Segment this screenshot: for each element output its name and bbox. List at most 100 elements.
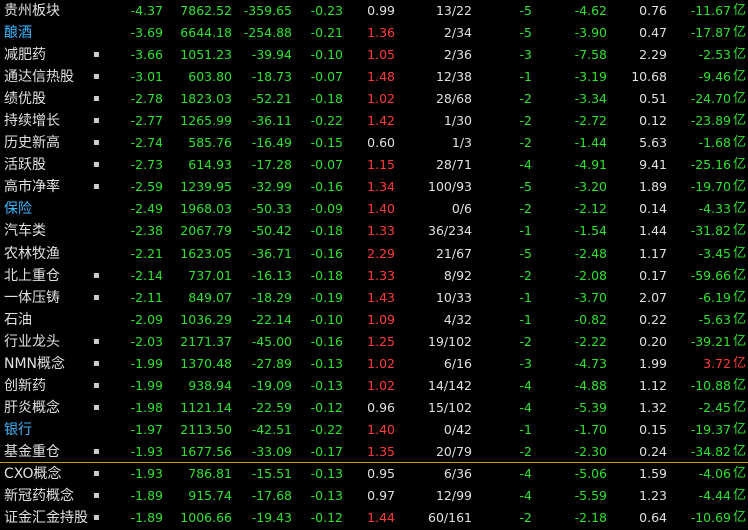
table-row[interactable]: 北上重仓 ▪ -2.14 737.01 -16.13 -0.18 1.33 8/92 -2 -2.… xyxy=(0,265,748,287)
unit-label: 亿 xyxy=(732,333,746,349)
sector-name[interactable]: 保险 xyxy=(4,198,32,220)
table-row[interactable]: 历史新高 ▪ -2.74 585.76 -16.49 -0.15 0.60 1/3 -2 -1.4… xyxy=(0,132,748,154)
sector-name[interactable]: 银行 xyxy=(4,419,32,441)
advance-decline-cell: 10/33 xyxy=(435,289,472,305)
five-day-change-cell: -0.82 xyxy=(574,311,607,327)
change-amount-cell: -18.29 xyxy=(251,289,292,305)
custom-block-marker-icon: ▪ xyxy=(93,512,100,524)
sector-name[interactable]: 通达信热股 xyxy=(4,66,74,88)
consecutive-days-cell: -3 xyxy=(519,47,532,63)
consecutive-days-cell: -4 xyxy=(519,377,532,393)
sector-name[interactable]: 绩优股 xyxy=(4,88,46,110)
rise-speed-cell: -0.12 xyxy=(310,510,343,526)
advance-decline-cell: 19/102 xyxy=(428,333,472,349)
table-row[interactable]: 银行 -1.97 2113.50 -42.51 -0.22 1.40 0/42 -1 -1.70… xyxy=(0,419,748,441)
advance-decline-cell: 1/30 xyxy=(443,113,472,129)
sector-name[interactable]: 北上重仓 xyxy=(4,265,60,287)
five-day-change-cell: -1.70 xyxy=(574,421,607,437)
turnover-rate-cell: 1.59 xyxy=(639,465,667,481)
sector-name[interactable]: 证金汇金持股 xyxy=(4,507,88,529)
table-row[interactable]: 肝炎概念 ▪ -1.98 1121.14 -22.59 -0.12 0.96 15/102 -4… xyxy=(0,397,748,419)
advance-decline-cell: 0/6 xyxy=(451,201,472,217)
consecutive-days-cell: -1 xyxy=(519,311,532,327)
table-row[interactable]: 贵州板块 -4.37 7862.52 -359.65 -0.23 0.99 13/22 -5 -… xyxy=(0,0,748,22)
price-index-cell: 6644.18 xyxy=(180,25,232,41)
change-amount-cell: -22.14 xyxy=(251,311,292,327)
turnover-rate-cell: 0.15 xyxy=(639,421,667,437)
sector-name[interactable]: 农林牧渔 xyxy=(4,243,60,265)
price-index-cell: 1823.03 xyxy=(180,91,232,107)
volume-ratio-cell: 1.05 xyxy=(367,47,395,63)
volume-ratio-cell: 1.48 xyxy=(367,69,395,85)
sector-name[interactable]: 创新药 xyxy=(4,375,46,397)
rise-speed-cell: -0.10 xyxy=(310,311,343,327)
custom-block-marker-icon: ▪ xyxy=(93,137,100,149)
sector-name[interactable]: 基金重仓 xyxy=(4,441,60,463)
table-row[interactable]: 证金汇金持股 ▪ -1.89 1006.66 -19.43 -0.12 1.44 60/161… xyxy=(0,507,748,529)
sector-name[interactable]: 高市净率 xyxy=(4,176,60,198)
consecutive-days-cell: -2 xyxy=(519,333,532,349)
change-amount-cell: -50.42 xyxy=(251,223,292,239)
advance-decline-cell: 1/3 xyxy=(451,135,472,151)
sector-name[interactable]: 行业龙头 xyxy=(4,331,60,353)
unit-label: 亿 xyxy=(732,113,746,129)
unit-label: 亿 xyxy=(732,399,746,415)
rise-speed-cell: -0.22 xyxy=(310,421,343,437)
sector-name[interactable]: 贵州板块 xyxy=(4,0,60,22)
change-percent-cell: -2.14 xyxy=(130,267,163,283)
turnover-rate-cell: 0.51 xyxy=(639,91,667,107)
consecutive-days-cell: -2 xyxy=(519,135,532,151)
net-flow-cell: -6.19 xyxy=(698,289,731,305)
table-row[interactable]: 保险 -2.49 1968.03 -50.33 -0.09 1.40 0/6 -2 -2.12 0… xyxy=(0,198,748,220)
custom-block-marker-icon: ▪ xyxy=(93,93,100,105)
sector-name[interactable]: 持续增长 xyxy=(4,110,60,132)
table-row[interactable]: 石油 -2.09 1036.29 -22.14 -0.10 1.09 4/32 -1 -0.82… xyxy=(0,309,748,331)
unit-label: 亿 xyxy=(732,179,746,195)
sector-name[interactable]: 肝炎概念 xyxy=(4,397,60,419)
table-row[interactable]: 行业龙头 ▪ -2.03 2171.37 -45.00 -0.16 1.25 19/102 -2… xyxy=(0,331,748,353)
rise-speed-cell: -0.07 xyxy=(310,69,343,85)
sector-name[interactable]: 活跃股 xyxy=(4,154,46,176)
five-day-change-cell: -3.70 xyxy=(574,289,607,305)
sector-name[interactable]: 历史新高 xyxy=(4,132,60,154)
sector-name[interactable]: CXO概念 xyxy=(4,463,62,485)
table-row[interactable]: 新冠药概念 ▪ -1.89 915.74 -17.68 -0.13 0.97 12/99 -4 -… xyxy=(0,485,748,507)
unit-label: 亿 xyxy=(732,3,746,18)
custom-block-marker-icon: ▪ xyxy=(93,269,100,281)
table-row[interactable]: 农林牧渔 -2.21 1623.05 -36.71 -0.16 2.29 21/67 -5 -2… xyxy=(0,243,748,265)
volume-ratio-cell: 0.97 xyxy=(367,488,395,504)
price-index-cell: 1968.03 xyxy=(180,201,232,217)
change-amount-cell: -17.28 xyxy=(251,157,292,173)
table-row[interactable]: 通达信热股 ▪ -3.01 603.80 -18.73 -0.07 1.48 12/38 -1 -… xyxy=(0,66,748,88)
custom-block-marker-icon: ▪ xyxy=(93,291,100,303)
table-row[interactable]: CXO概念 ▪ -1.93 786.81 -15.51 -0.13 0.95 6/36 -4 -5… xyxy=(0,463,748,485)
advance-decline-cell: 8/92 xyxy=(443,267,472,283)
change-percent-cell: -1.93 xyxy=(130,443,163,459)
five-day-change-cell: -5.59 xyxy=(574,488,607,504)
table-row[interactable]: 高市净率 ▪ -2.59 1239.95 -32.99 -0.16 1.34 100/93 -5… xyxy=(0,176,748,198)
price-index-cell: 1370.48 xyxy=(180,355,232,371)
custom-block-marker-icon: ▪ xyxy=(93,445,100,457)
table-row[interactable]: 持续增长 ▪ -2.77 1265.99 -36.11 -0.22 1.42 1/30 -2 -2… xyxy=(0,110,748,132)
table-row[interactable]: 酿酒 -3.69 6644.18 -254.88 -0.21 1.36 2/34 -5 -3.9… xyxy=(0,22,748,44)
change-percent-cell: -1.98 xyxy=(130,399,163,415)
volume-ratio-cell: 1.25 xyxy=(367,333,395,349)
sector-name[interactable]: 石油 xyxy=(4,309,32,331)
table-row[interactable]: 绩优股 ▪ -2.78 1823.03 -52.21 -0.18 1.02 28/68 -2 -3… xyxy=(0,88,748,110)
sector-name[interactable]: 汽车类 xyxy=(4,220,46,242)
table-row[interactable]: 活跃股 ▪ -2.73 614.93 -17.28 -0.07 1.15 28/71 -4 -4.… xyxy=(0,154,748,176)
table-row[interactable]: 创新药 ▪ -1.99 938.94 -19.09 -0.13 1.02 14/142 -4 -4… xyxy=(0,375,748,397)
sector-name[interactable]: 新冠药概念 xyxy=(4,485,74,507)
net-flow-cell: -31.82 xyxy=(690,223,731,239)
change-percent-cell: -1.93 xyxy=(130,465,163,481)
sector-name[interactable]: 酿酒 xyxy=(4,22,32,44)
table-row[interactable]: NMN概念 ▪ -1.99 1370.48 -27.89 -0.13 1.02 6/16 -3 -… xyxy=(0,353,748,375)
table-row[interactable]: 一体压铸 ▪ -2.11 849.07 -18.29 -0.19 1.43 10/33 -1 -3… xyxy=(0,287,748,309)
sector-name[interactable]: 减肥药 xyxy=(4,44,46,66)
table-row[interactable]: 基金重仓 ▪ -1.93 1677.56 -33.09 -0.17 1.35 20/79 -2 -… xyxy=(0,441,748,463)
table-row[interactable]: 减肥药 ▪ -3.66 1051.23 -39.94 -0.10 1.05 2/36 -3 -7.… xyxy=(0,44,748,66)
volume-ratio-cell: 1.40 xyxy=(367,421,395,437)
sector-name[interactable]: NMN概念 xyxy=(4,353,65,375)
table-row[interactable]: 汽车类 -2.38 2067.79 -50.42 -0.18 1.33 36/234 -1 -1… xyxy=(0,220,748,242)
sector-name[interactable]: 一体压铸 xyxy=(4,287,60,309)
